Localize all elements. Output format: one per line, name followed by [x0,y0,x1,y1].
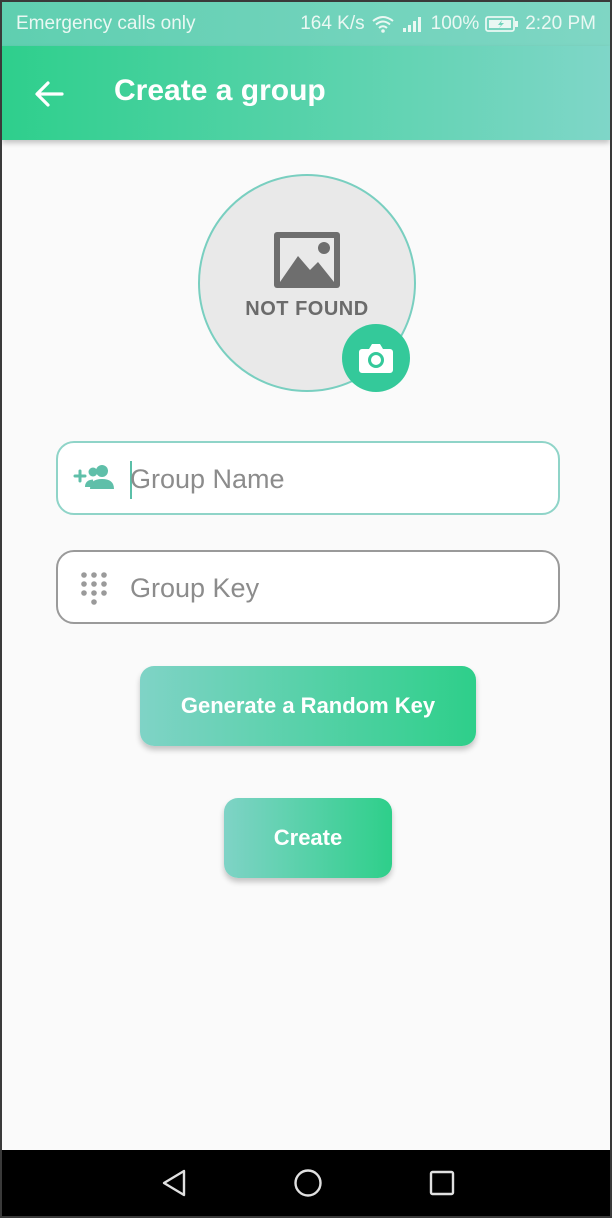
arrow-left-icon [32,81,68,116]
app-bar: Create a group [2,46,610,140]
home-circle-icon[interactable] [293,1168,323,1203]
group-key-input[interactable] [130,566,540,610]
screen: Emergency calls only 164 K/s 100% 2:20 P… [0,0,612,1218]
group-name-input[interactable] [130,457,540,501]
carrier-text: Emergency calls only [16,13,196,34]
add-group-icon [72,463,116,498]
recents-square-icon[interactable] [428,1168,456,1203]
create-button[interactable]: Create [224,798,392,878]
not-found-text: NOT FOUND [245,298,369,320]
back-button[interactable] [32,76,72,112]
generate-random-key-button[interactable]: Generate a Random Key [140,666,476,746]
system-nav-bar [2,1150,610,1216]
page-title: Create a group [114,74,326,107]
signal-icon [401,15,425,33]
status-bar: Emergency calls only 164 K/s 100% 2:20 P… [2,2,610,46]
change-photo-button[interactable] [342,324,410,392]
image-icon [272,230,342,295]
network-speed: 164 K/s [300,13,365,34]
clock: 2:20 PM [525,13,596,34]
wifi-icon [371,15,395,33]
status-right: 164 K/s 100% 2:20 PM [300,13,596,35]
group-key-field[interactable] [56,550,560,624]
group-name-field[interactable] [56,441,560,515]
back-triangle-icon[interactable] [160,1168,188,1203]
dialpad-icon [72,572,116,617]
battery-icon [485,15,519,33]
battery-percent: 100% [430,13,480,34]
